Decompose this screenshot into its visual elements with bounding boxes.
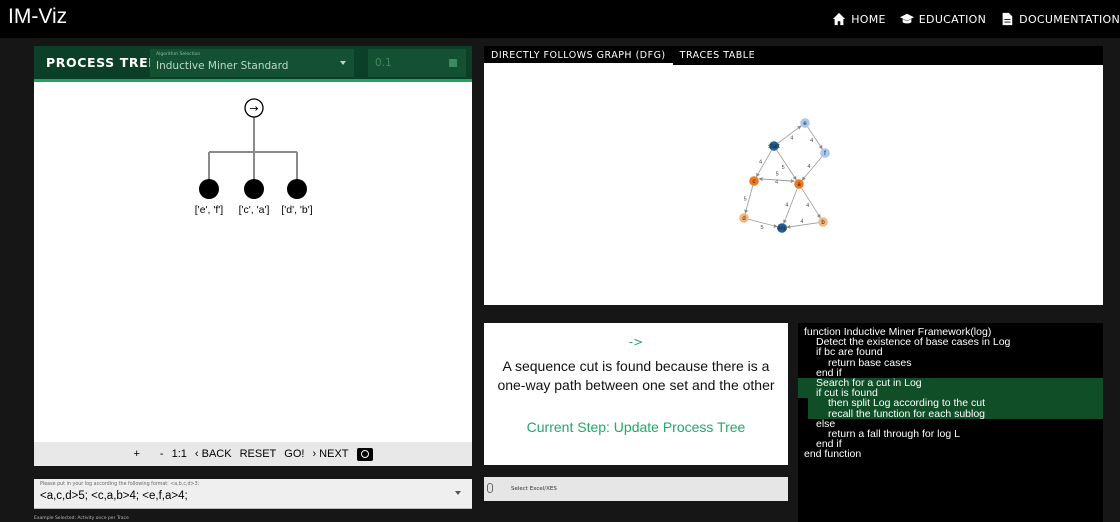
tree-leaf-label: ['e', 'f'] — [195, 204, 224, 216]
dfg-edge-label: 4 — [785, 203, 788, 209]
tree-leaf-node[interactable] — [244, 179, 264, 199]
dfg-node-d[interactable]: d — [739, 213, 749, 223]
algorithm-select-value: Inductive Miner Standard — [156, 60, 289, 72]
dfg-node-label: start — [768, 144, 780, 150]
dfg-panel: DIRECTLY FOLLOWS GRAPH (DFG) TRACES TABL… — [484, 46, 1103, 305]
dfg-node-b[interactable]: b — [818, 217, 828, 227]
pseudocode-line: return a fall through for log L — [828, 427, 960, 440]
dfg-edge-label: 4 — [806, 203, 809, 209]
go-button[interactable]: GO! — [284, 448, 304, 460]
dfg-node-label: d — [742, 216, 745, 222]
zoom-in-button[interactable]: + — [133, 448, 139, 460]
back-button[interactable]: ‹ BACK — [195, 448, 232, 460]
pseudocode-line: then split Log according to the cut — [808, 398, 1103, 409]
dfg-edge-label: 4 — [800, 219, 803, 225]
tab-traces-table[interactable]: TRACES TABLE — [673, 46, 762, 65]
algorithm-select[interactable]: Algorithm Selection Inductive Miner Stan… — [150, 49, 354, 77]
nav-home[interactable]: HOME — [832, 12, 886, 26]
process-tree-header: PROCESS TREE Algorithm Selection Inducti… — [34, 46, 472, 82]
zoom-out-button[interactable]: - — [160, 448, 164, 460]
current-step: Current Step: Update Process Tree — [526, 419, 746, 435]
app-bar: IM-Viz HOME EDUCATION DOCUMENTATION — [0, 0, 1120, 38]
pseudocode-line: return base cases — [828, 356, 912, 369]
dfg-node-label: c — [753, 179, 756, 185]
dfg-graph[interactable]: 4 445 44554 454 startefc adbend — [484, 65, 1103, 305]
dfg-edge-label: 5 — [776, 172, 779, 178]
dfg-tabs: DIRECTLY FOLLOWS GRAPH (DFG) TRACES TABL… — [484, 46, 1103, 65]
camera-icon[interactable] — [356, 447, 373, 461]
file-upload-label: Select Excel/XES — [511, 486, 557, 492]
nav-documentation[interactable]: DOCUMENTATION — [1000, 12, 1120, 26]
log-input-hint: Please put in your log according the fol… — [40, 482, 200, 487]
chevron-down-icon — [340, 61, 346, 65]
tree-leaf-label: ['c', 'a'] — [239, 204, 270, 216]
dfg-edge — [776, 149, 797, 181]
threshold-input[interactable]: 0.1 — [368, 49, 466, 77]
nav-education-label: EDUCATION — [918, 12, 987, 26]
tree-controls: + - 1:1 ‹ BACK RESET GO! › NEXT — [34, 442, 472, 466]
tab-dfg[interactable]: DIRECTLY FOLLOWS GRAPH (DFG) — [484, 46, 673, 65]
reset-button[interactable]: RESET — [240, 448, 277, 460]
nav-education[interactable]: EDUCATION — [899, 12, 987, 26]
cut-description: A sequence cut is found because there is… — [497, 358, 775, 393]
threshold-checkbox[interactable] — [449, 59, 457, 67]
dfg-edge-label: 5 — [782, 165, 785, 171]
main-nav: HOME EDUCATION DOCUMENTATION — [832, 0, 1120, 38]
dfg-edge-label: 4 — [810, 138, 813, 144]
dfg-edge-label: 5 — [760, 225, 763, 231]
dfg-edge — [801, 187, 821, 219]
log-input[interactable]: Please put in your log according the fol… — [34, 479, 472, 509]
dfg-node-label: end — [777, 226, 787, 232]
dfg-edge-label: 4 — [807, 164, 810, 170]
paperclip-icon[interactable] — [487, 483, 493, 493]
dfg-node-a[interactable]: a — [794, 179, 804, 189]
file-upload-input[interactable]: Select Excel/XES — [484, 477, 788, 501]
dfg-node-c[interactable]: c — [749, 176, 759, 186]
pseudocode-line: recall the function for each sublog — [808, 408, 1103, 419]
pseudocode-line: end function — [804, 448, 862, 461]
dfg-node-f[interactable]: f — [820, 148, 830, 158]
document-icon — [1002, 12, 1013, 26]
next-button[interactable]: › NEXT — [312, 448, 348, 460]
tree-leaf-label: ['d', 'b'] — [281, 204, 312, 216]
dfg-node-e[interactable]: e — [800, 118, 810, 128]
process-tree-title: PROCESS TREE — [46, 55, 158, 70]
log-input-value[interactable]: <a,c,d>5; <c,a,b>4; <e,f,a>4; — [40, 490, 466, 502]
process-tree-panel: PROCESS TREE Algorithm Selection Inducti… — [34, 46, 472, 466]
threshold-value: 0.1 — [375, 57, 392, 69]
sequence-operator-icon: → — [249, 102, 258, 115]
tree-root-sequence-node[interactable]: → — [244, 98, 264, 118]
example-status: Example Selected: Activity once per Trac… — [34, 516, 129, 521]
app-title[interactable]: IM-Viz — [8, 5, 67, 29]
process-tree-canvas[interactable]: → ['e', 'f'] ['c', 'a'] ['d', 'b'] — [34, 82, 472, 440]
home-icon — [833, 12, 846, 26]
chevron-down-icon[interactable] — [455, 491, 461, 495]
dfg-node-end[interactable]: end — [777, 223, 787, 233]
dfg-edge-label: 4 — [790, 136, 793, 142]
dfg-edge-label: 4 — [759, 160, 762, 166]
pseudocode-panel: function Inductive Miner Framework(log) D… — [798, 323, 1103, 522]
nav-documentation-label: DOCUMENTATION — [1019, 12, 1120, 26]
tree-leaf-node[interactable] — [199, 179, 219, 199]
graduation-cap-icon — [899, 13, 914, 24]
tree-leaf-node[interactable] — [287, 179, 307, 199]
dfg-edge — [801, 156, 823, 181]
explanation-card: -> A sequence cut is found because there… — [484, 323, 788, 465]
algorithm-select-label: Algorithm Selection — [156, 52, 201, 57]
reset-zoom-button[interactable]: 1:1 — [172, 448, 187, 460]
nav-home-label: HOME — [851, 12, 886, 26]
cut-symbol: -> — [628, 335, 644, 349]
dfg-edge-label: 5 — [744, 196, 747, 202]
